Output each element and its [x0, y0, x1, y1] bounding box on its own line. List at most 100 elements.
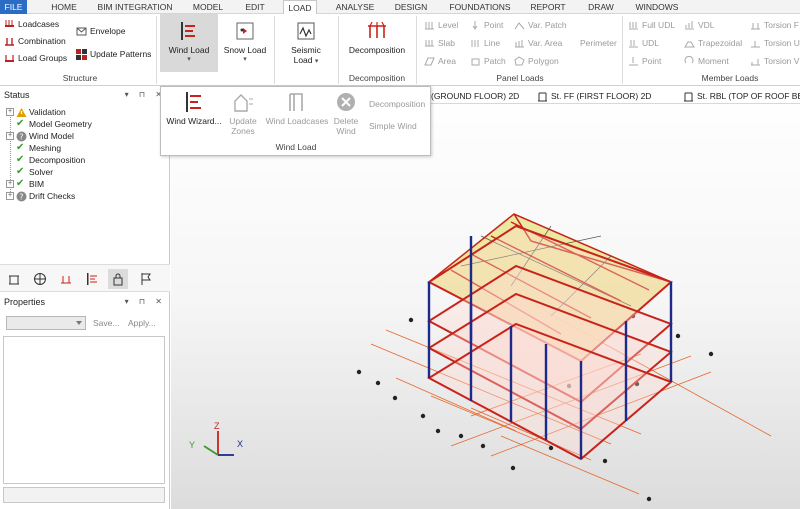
help-icon: ? — [16, 131, 27, 141]
flag-tool-button[interactable] — [136, 269, 156, 289]
tree-item-model-geometry[interactable]: ✔ Model Geometry — [16, 118, 92, 130]
panel-perimeter-button[interactable]: Perimeter — [580, 36, 617, 50]
loadcases-button[interactable]: Loadcases — [4, 17, 59, 31]
panel-line-button[interactable]: Line — [470, 36, 500, 50]
delete-wind-button[interactable]: Delete Wind — [331, 91, 361, 136]
expand-icon[interactable]: + — [6, 180, 14, 188]
panel-point-label: Point — [484, 20, 504, 30]
panel-var-patch-button[interactable]: Var. Patch — [514, 18, 567, 32]
globe-tool-button[interactable] — [30, 269, 50, 289]
wind-tool-button[interactable] — [82, 269, 102, 289]
update-zones-button[interactable]: Update Zones — [225, 91, 261, 136]
tree-item-wind-model[interactable]: + ? Wind Model — [6, 130, 74, 142]
menu-foundations[interactable]: FOUNDATIONS — [446, 0, 514, 14]
simple-wind-button[interactable]: Simple Wind — [369, 119, 417, 133]
member-torsion-v-button[interactable]: Torsion V — [750, 54, 799, 68]
menu-report[interactable]: REPORT — [528, 0, 568, 14]
member-full-udl-button[interactable]: Full UDL — [628, 18, 675, 32]
expand-icon[interactable]: + — [6, 108, 14, 116]
tree-item-label: Model Geometry — [29, 119, 92, 129]
tab-top-of-roof-beam[interactable]: St. RBL (TOP OF ROOF BEAM L — [683, 88, 800, 104]
menu-draw[interactable]: DRAW — [584, 0, 618, 14]
y-axis-line — [203, 445, 219, 456]
snow-load-dropdown-arrow: ▾ — [243, 56, 247, 63]
tree-item-meshing[interactable]: ✔ Meshing — [16, 142, 61, 154]
tree-item-decomposition[interactable]: ✔ Decomposition — [16, 154, 85, 166]
tree-item-label: Validation — [29, 107, 66, 117]
member-moment-button[interactable]: Moment — [684, 54, 729, 68]
menu-model[interactable]: MODEL — [190, 0, 226, 14]
combination-button[interactable]: Combination — [4, 34, 66, 48]
menu-analyse[interactable]: ANALYSE — [332, 0, 378, 14]
z-axis-label: Z — [214, 421, 220, 431]
save-button[interactable]: Save... — [93, 316, 119, 330]
apply-button[interactable]: Apply... — [128, 316, 156, 330]
properties-grid[interactable] — [3, 336, 165, 484]
member-vdl-button[interactable]: VDL — [684, 18, 715, 32]
member-torsion-u-button[interactable]: Torsion U — [750, 36, 800, 50]
member-torsion-f-button[interactable]: Torsion F — [750, 18, 799, 32]
tree-item-solver[interactable]: ✔ Solver — [16, 166, 53, 178]
flag-icon — [141, 273, 151, 285]
decomposition-button-label: Decomposition — [348, 45, 406, 55]
status-panel-title: Status — [4, 90, 30, 100]
panel-polygon-button[interactable]: Polygon — [514, 54, 559, 68]
tree-item-label: Solver — [29, 167, 54, 177]
warning-icon — [16, 107, 27, 117]
wind-decomposition-button[interactable]: Decomposition — [369, 97, 425, 111]
vdl-icon — [685, 20, 694, 29]
menu-bim-integration[interactable]: BIM INTEGRATION — [96, 0, 174, 14]
wind-wizard-button[interactable]: Wind Wizard... — [163, 91, 225, 126]
decomposition-button[interactable]: Decomposition — [344, 14, 410, 64]
wind-loadcases-button[interactable]: Wind Loadcases — [265, 91, 329, 126]
menu-file[interactable]: FILE — [0, 0, 27, 14]
expand-icon[interactable]: + — [6, 132, 14, 140]
load-groups-label: Load Groups — [18, 53, 68, 63]
panel-header-icons[interactable]: ▾ ⊓ ✕ — [125, 295, 166, 309]
status-panel-header: Status ▾ ⊓ ✕ — [0, 88, 170, 102]
support-marker — [708, 351, 714, 357]
panel-patch-label: Patch — [484, 56, 506, 66]
tree-item-label: Wind Model — [29, 131, 74, 141]
member-torsion-u-label: Torsion U — [764, 38, 800, 48]
tree-item-bim[interactable]: + ✔ BIM — [6, 178, 44, 190]
menu-edit[interactable]: EDIT — [240, 0, 270, 14]
member-point-button[interactable]: Point — [628, 54, 661, 68]
load-groups-button[interactable]: Load Groups — [4, 51, 67, 65]
snow-load-button[interactable]: Snow Load ▾ — [222, 14, 268, 72]
member-trapezoidal-button[interactable]: Trapezoidal — [684, 36, 742, 50]
members-tool-button[interactable] — [4, 269, 24, 289]
seismic-load-button[interactable]: Seismic Load ▾ — [282, 14, 330, 72]
slab-icon — [425, 39, 434, 46]
tree-item-drift-checks[interactable]: + ? Drift Checks — [6, 190, 75, 202]
envelope-button[interactable]: Envelope — [76, 24, 125, 38]
lock-tool-button[interactable] — [108, 269, 128, 289]
wind-load-button[interactable]: Wind Load ▾ — [160, 14, 218, 72]
tree-item-validation[interactable]: + Validation — [6, 106, 66, 118]
update-patterns-button[interactable]: Update Patterns — [76, 47, 151, 61]
menu-home[interactable]: HOME — [46, 0, 82, 14]
menu-windows[interactable]: WINDOWS — [632, 0, 682, 14]
loads-tool-button[interactable] — [56, 269, 76, 289]
area-icon — [424, 57, 435, 65]
tab-first-floor-2d[interactable]: St. FF (FIRST FLOOR) 2D — [537, 88, 651, 104]
delete-wind-label-1: Delete — [333, 116, 359, 126]
properties-combo[interactable] — [6, 316, 86, 330]
menu-load[interactable]: LOAD — [283, 0, 317, 15]
menu-design[interactable]: DESIGN — [390, 0, 432, 14]
panel-area-button[interactable]: Area — [424, 54, 456, 68]
properties-footer — [3, 487, 165, 503]
tree-item-label: Decomposition — [29, 155, 86, 165]
member-udl-button[interactable]: UDL — [628, 36, 659, 50]
tab-ground-floor-2d[interactable]: (GROUND FLOOR) 2D — [431, 88, 519, 104]
panel-var-area-button[interactable]: Var. Area — [514, 36, 562, 50]
panel-point-button[interactable]: Point — [470, 18, 503, 32]
wind-wizard-icon — [186, 92, 201, 112]
support-marker — [375, 380, 381, 386]
panel-slab-button[interactable]: Slab — [424, 36, 455, 50]
expand-icon[interactable]: + — [6, 192, 14, 200]
panel-level-button[interactable]: Level — [424, 18, 458, 32]
panel-patch-button[interactable]: Patch — [470, 54, 506, 68]
tree-item-label: Drift Checks — [29, 191, 76, 201]
member-moment-label: Moment — [698, 56, 729, 66]
